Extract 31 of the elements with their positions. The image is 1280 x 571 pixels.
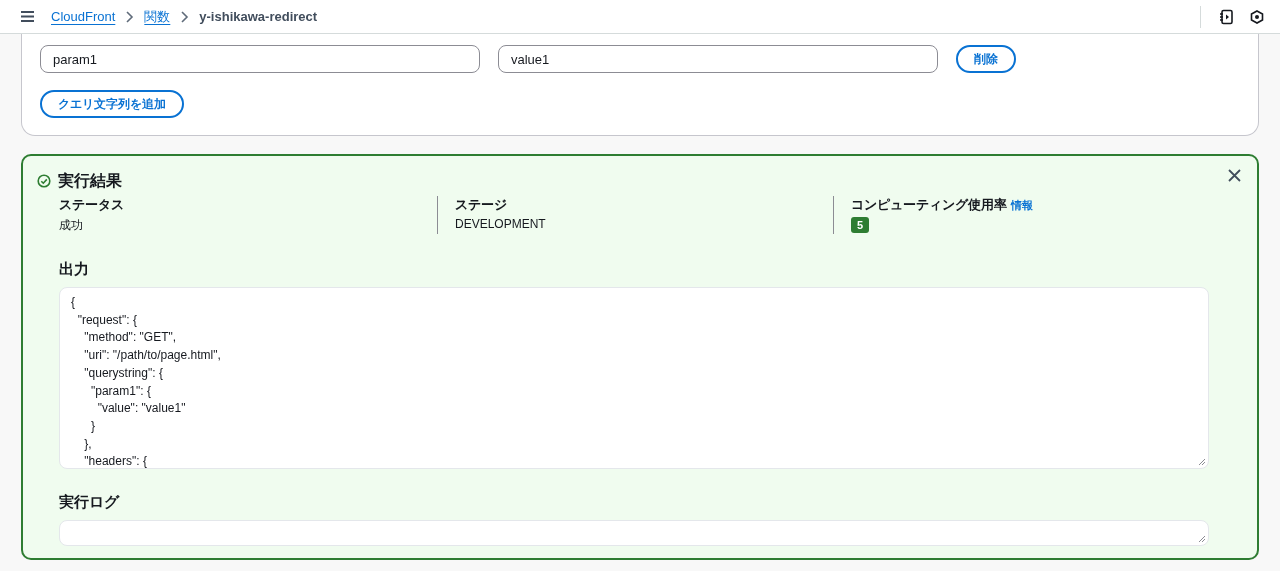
notebook-icon xyxy=(1219,8,1234,25)
result-title: 実行結果 xyxy=(58,170,122,191)
json-text: { "request": { "method": "GET", "uri": "/path/to/page.html", "querystring": { "param1": { "value": "value1" } }, "headers": { xyxy=(71,294,222,468)
usage-badge: 5 xyxy=(851,217,870,233)
field-label: ステータス xyxy=(59,197,124,212)
output-textarea[interactable]: { "request": { "method": "GET", "uri": "/path/to/page.html", "querystring": { "param1": { "value": "value1" } }, "headers": { xyxy=(59,287,1209,469)
breadcrumb-current: y-ishikawa-redirect xyxy=(199,9,318,24)
chevron-right-icon xyxy=(180,10,190,23)
field-label: ステージ xyxy=(455,197,507,212)
field-value: 成功 xyxy=(59,217,84,234)
field-value: DEVELOPMENT xyxy=(455,217,547,231)
menu-button[interactable] xyxy=(20,9,35,24)
close-icon xyxy=(1228,169,1241,182)
info-link[interactable]: 情報 xyxy=(1011,199,1033,211)
value-field[interactable]: value1 xyxy=(498,45,938,73)
breadcrumb-link[interactable]: CloudFront xyxy=(51,9,116,24)
chevron-right-icon xyxy=(125,10,135,23)
remove-button[interactable]: 削除 xyxy=(956,45,1016,73)
section-heading: 出力 xyxy=(59,260,90,279)
key-field[interactable]: param1 xyxy=(40,45,480,73)
menu-icon xyxy=(20,9,35,24)
add-query-string-button[interactable]: クエリ文字列を追加 xyxy=(40,90,184,118)
settings-button[interactable] xyxy=(1250,9,1264,24)
field-label: コンピューティング使用率 xyxy=(851,197,1007,212)
hexagon-icon xyxy=(1250,9,1264,24)
resize-handle-icon xyxy=(1198,535,1206,543)
resize-handle-icon xyxy=(1198,458,1206,466)
close-button[interactable] xyxy=(1228,169,1241,182)
section-heading: 実行ログ xyxy=(59,493,121,512)
panel-toggle-button[interactable] xyxy=(1219,8,1234,25)
breadcrumb-link[interactable]: 関数 xyxy=(144,7,171,26)
